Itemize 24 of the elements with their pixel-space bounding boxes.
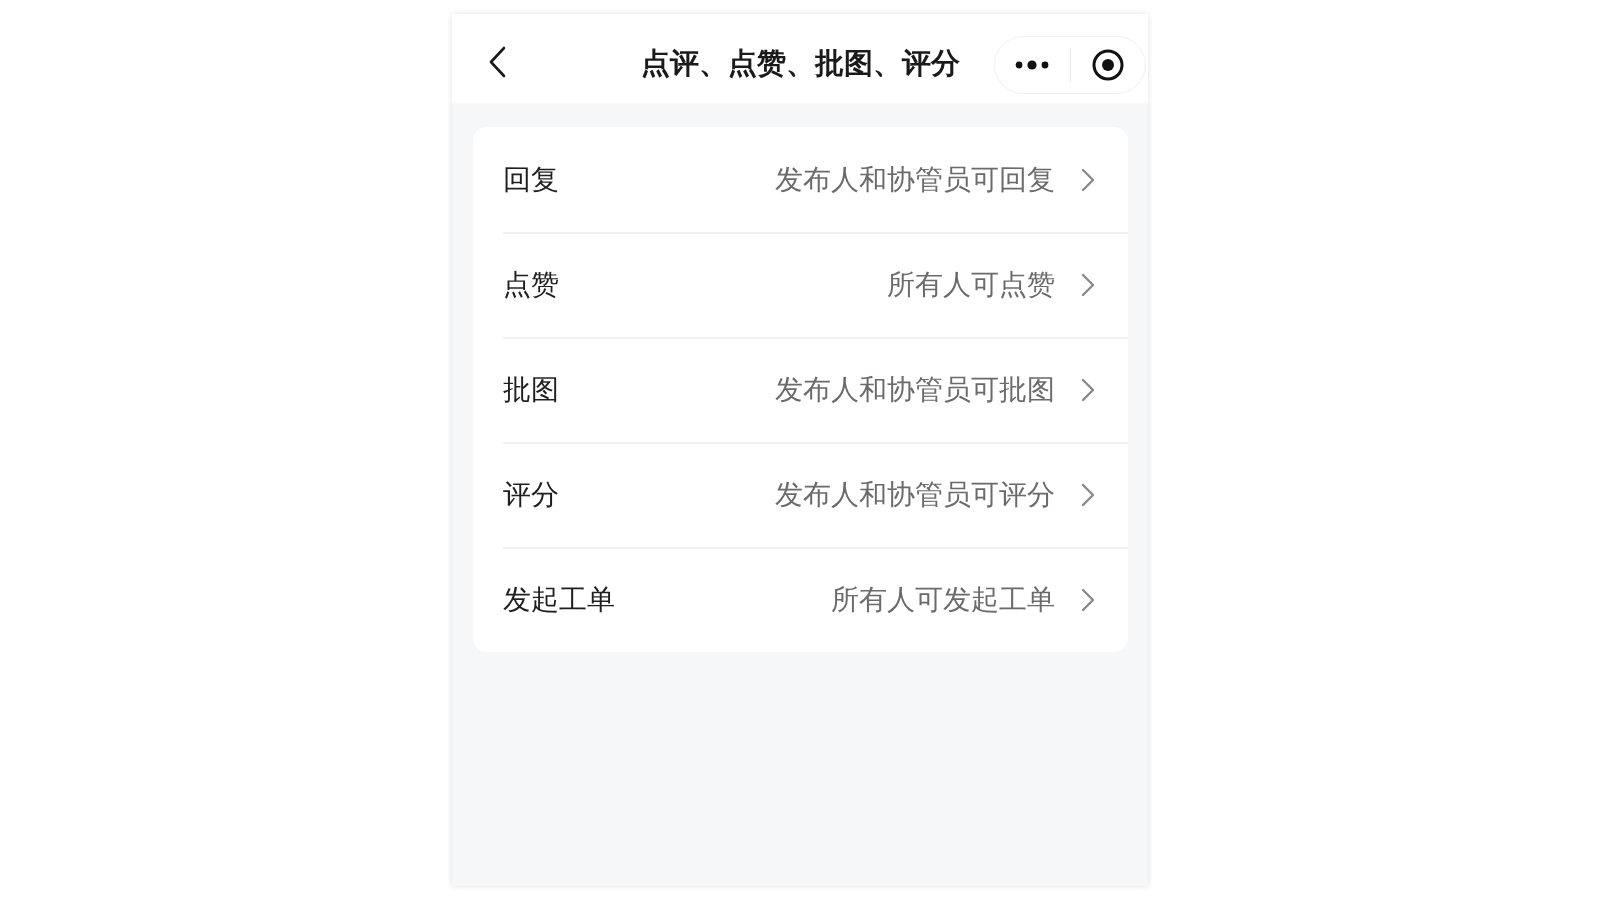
setting-value: 所有人可点赞 <box>887 267 1055 302</box>
settings-row[interactable]: 评分 发布人和协管员可评分 <box>473 442 1128 547</box>
settings-row[interactable]: 发起工单 所有人可发起工单 <box>473 547 1128 652</box>
target-ring-icon <box>1091 49 1124 81</box>
chevron-right-icon <box>1081 167 1095 192</box>
chevron-right-icon <box>1081 272 1095 297</box>
setting-value: 发布人和协管员可评分 <box>775 477 1055 512</box>
setting-label: 发起工单 <box>503 582 615 617</box>
back-chevron-icon <box>488 46 506 78</box>
setting-label: 回复 <box>503 162 559 197</box>
setting-value: 发布人和协管员可批图 <box>775 372 1055 407</box>
settings-row[interactable]: 点赞 所有人可点赞 <box>473 232 1128 337</box>
settings-row[interactable]: 回复 发布人和协管员可回复 <box>473 127 1128 232</box>
setting-value: 所有人可发起工单 <box>831 582 1055 617</box>
chevron-right-icon <box>1081 377 1095 402</box>
setting-label: 评分 <box>503 477 559 512</box>
setting-label: 点赞 <box>503 267 559 302</box>
chevron-right-icon <box>1081 587 1095 612</box>
more-dots-icon <box>1015 60 1050 70</box>
setting-value: 发布人和协管员可回复 <box>775 162 1055 197</box>
chevron-right-icon <box>1081 482 1095 507</box>
settings-row[interactable]: 批图 发布人和协管员可批图 <box>473 337 1128 442</box>
setting-label: 批图 <box>503 372 559 407</box>
page-title: 点评、点赞、批图、评分 <box>640 46 960 81</box>
